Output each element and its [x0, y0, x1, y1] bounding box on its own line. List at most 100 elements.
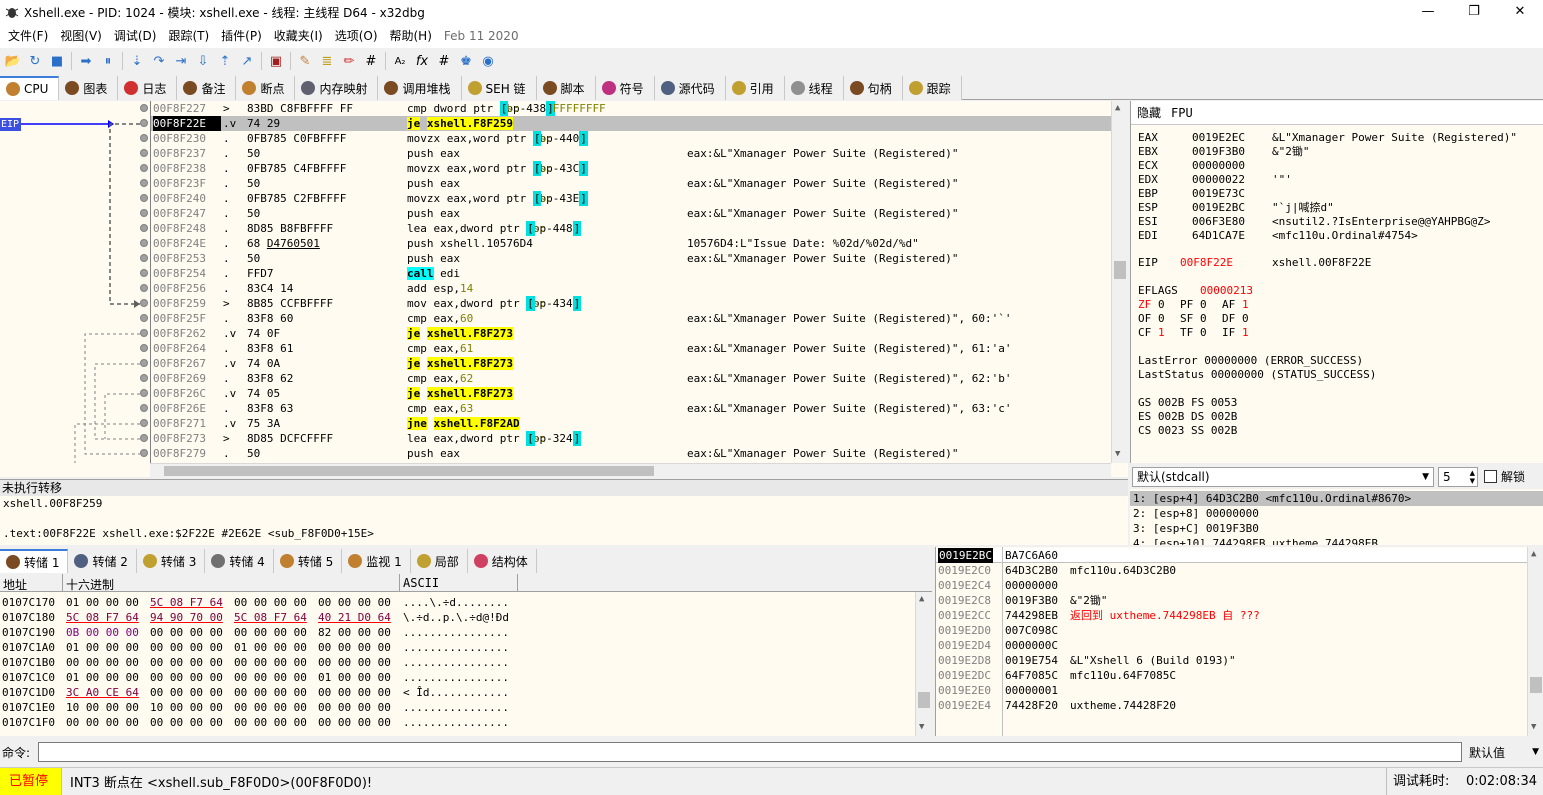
stack-arg-row[interactable]: 4: [esp+10] 744298EB uxtheme.744298EB: [1133, 536, 1378, 545]
breakpoint-dot-icon[interactable]: [140, 269, 148, 277]
tab-threads[interactable]: 线程: [784, 76, 844, 100]
disasm-row[interactable]: 00F8F259 >8B85 CCFBFFFF mov eax,dword ptr …: [151, 296, 1111, 311]
breakpoint-dot-icon[interactable]: [140, 119, 148, 127]
strings-icon[interactable]: A₂: [389, 50, 411, 72]
scroll-down-icon[interactable]: ▼: [1531, 722, 1536, 732]
breakpoint-dot-icon[interactable]: [140, 134, 148, 142]
bookmarks-icon[interactable]: #: [360, 50, 382, 72]
tab-call-stack[interactable]: 调用堆栈: [378, 76, 462, 100]
arg-count-spinner[interactable]: 5 ▲ ▼: [1438, 466, 1478, 487]
stack-arg-row[interactable]: 1: [esp+4] 64D3C2B0 <mfc110u.Ordinal#867…: [1130, 491, 1543, 506]
dump-view[interactable]: 地址 十六进制 ASCII 0107C170 01 00 00 00 5C 08 F…: [0, 574, 932, 736]
globe-icon[interactable]: ◉: [477, 50, 499, 72]
command-input[interactable]: [38, 742, 1462, 762]
run-icon[interactable]: ➡: [75, 50, 97, 72]
disassembly-scrollbar[interactable]: ▲ ▼: [1111, 101, 1128, 463]
breakpoint-dot-icon[interactable]: [140, 389, 148, 397]
fpu-toggle[interactable]: FPU: [1171, 106, 1193, 120]
tab-trace[interactable]: 跟踪: [902, 76, 962, 100]
col-hex[interactable]: 十六进制: [66, 576, 114, 593]
tab-dump-4[interactable]: 转储 4: [205, 549, 274, 573]
scroll-thumb[interactable]: [918, 692, 930, 708]
scroll-thumb[interactable]: [1114, 261, 1126, 279]
tab-notes[interactable]: 备注: [177, 76, 237, 100]
execute-till-return-icon[interactable]: ⇡: [214, 50, 236, 72]
breakpoint-dot-icon[interactable]: [140, 209, 148, 217]
disasm-row[interactable]: 00F8F247. 50 push eax eax:&L"Xmanager Power…: [151, 206, 1111, 221]
disasm-row[interactable]: 00F8F271 .v 75 3A jne xshell.F8F2AD: [151, 416, 1111, 431]
breakpoint-dot-icon[interactable]: [140, 359, 148, 367]
tab-dump-5[interactable]: 转储 5: [273, 549, 343, 573]
breakpoint-dot-icon[interactable]: [140, 149, 148, 157]
stack-row[interactable]: 0019E2E0 00000001: [936, 683, 1543, 698]
menu-file[interactable]: 文件(F): [2, 24, 54, 48]
tab-seh[interactable]: SEH 链: [461, 76, 537, 100]
settings-icon[interactable]: ♚: [455, 50, 477, 72]
disasm-row[interactable]: 00F8F254. FFD7 call edi: [151, 266, 1111, 281]
breakpoint-dot-icon[interactable]: [140, 419, 148, 427]
hscroll-thumb[interactable]: [164, 466, 654, 476]
breakpoint-dot-icon[interactable]: [140, 314, 148, 322]
disasm-row[interactable]: 00F8F25F. 83F8 60 cmp eax, 60 eax:&L"Xmanage…: [151, 311, 1111, 326]
stack-row[interactable]: 0019E2D0 007C098C: [936, 623, 1543, 638]
breakpoint-dot-icon[interactable]: [140, 239, 148, 247]
disasm-row[interactable]: 00F8F279. 50 push eax eax:&L"Xmanager Power…: [151, 446, 1111, 461]
pause-icon[interactable]: ⏸: [97, 50, 119, 72]
disasm-row[interactable]: 00F8F253. 50 push eax eax:&L"Xmanager Power…: [151, 251, 1111, 266]
scroll-up-icon[interactable]: ▲: [1531, 549, 1536, 559]
hash-icon[interactable]: #: [433, 50, 455, 72]
disassembly-view[interactable]: EIP 00F8F227 >83BD C8FBFFFF FF cmp dword p…: [0, 101, 1128, 477]
scroll-down-icon[interactable]: ▼: [1115, 449, 1120, 459]
unlock-checkbox[interactable]: 解锁: [1484, 468, 1525, 485]
tab-dump-3[interactable]: 转储 3: [136, 549, 206, 573]
tab-dump-2[interactable]: 转储 2: [68, 549, 137, 573]
breakpoint-dot-icon[interactable]: [140, 254, 148, 262]
trace-into-icon[interactable]: ⇥: [170, 50, 192, 72]
tab-handles[interactable]: 句柄: [843, 76, 903, 100]
tab-log[interactable]: 日志: [118, 76, 178, 100]
stack-view[interactable]: 0019E2BC BA7C6A60 0019E2C0 64D3C2B0 mfc110u.…: [935, 547, 1543, 736]
breakpoint-dot-icon[interactable]: [140, 299, 148, 307]
menu-plugins[interactable]: 插件(P): [215, 24, 268, 48]
col-ascii[interactable]: ASCII: [403, 576, 439, 590]
tab-memory-map[interactable]: 内存映射: [295, 76, 379, 100]
command-default-select[interactable]: 默认值 ▼: [1465, 741, 1543, 763]
disasm-row[interactable]: 00F8F227 >83BD C8FBFFFF FF cmp dword ptr s…: [151, 101, 1111, 116]
disasm-row[interactable]: 00F8F262 .v 74 0F je xshell.F8F273: [151, 326, 1111, 341]
menu-favourites[interactable]: 收藏夹(I): [268, 24, 329, 48]
stack-row[interactable]: 0019E2D8 0019E754 &L"Xshell 6 (Build 0193)…: [936, 653, 1543, 668]
labels-icon[interactable]: ✏: [338, 50, 360, 72]
menu-debug[interactable]: 调试(D): [108, 24, 163, 48]
menu-options[interactable]: 选项(O): [329, 24, 384, 48]
scroll-up-icon[interactable]: ▲: [919, 594, 924, 604]
stack-row[interactable]: 0019E2C8 0019F3B0 &"2锄": [936, 593, 1543, 608]
stack-arg-row[interactable]: 3: [esp+C] 0019F3B0: [1133, 521, 1259, 536]
scroll-up-icon[interactable]: ▲: [1115, 103, 1120, 113]
breakpoint-dot-icon[interactable]: [140, 164, 148, 172]
patch-icon[interactable]: ✎: [294, 50, 316, 72]
breakpoint-dot-icon[interactable]: [140, 374, 148, 382]
dump-scrollbar[interactable]: ▲ ▼: [915, 592, 932, 736]
stack-row[interactable]: 0019E2E4 74428F20 uxtheme.74428F20: [936, 698, 1543, 713]
tab-graph[interactable]: 图表: [59, 76, 119, 100]
disasm-row[interactable]: 00F8F273 >8D85 DCFCFFFF lea eax,dword ptr …: [151, 431, 1111, 446]
tab-references[interactable]: 引用: [725, 76, 785, 100]
functions-icon[interactable]: fx: [411, 50, 433, 72]
disasm-row[interactable]: 00F8F230. 0FB785 C0FBFFFF movzx eax,word p…: [151, 131, 1111, 146]
hide-fpu-toggle[interactable]: 隐藏: [1137, 104, 1161, 121]
stack-row[interactable]: 0019E2C0 64D3C2B0 mfc110u.64D3C2B0: [936, 563, 1543, 578]
scroll-thumb[interactable]: [1530, 677, 1542, 693]
close-button[interactable]: ✕: [1497, 0, 1543, 24]
stack-row[interactable]: 0019E2DC 64F7085C mfc110u.64F7085C: [936, 668, 1543, 683]
tab-breakpoints[interactable]: 断点: [236, 76, 296, 100]
open-icon[interactable]: 📂: [2, 50, 24, 72]
disasm-row[interactable]: 00F8F269. 83F8 62 cmp eax, 62 eax:&L"Xmanage…: [151, 371, 1111, 386]
step-over-icon[interactable]: ↷: [148, 50, 170, 72]
stack-arg-row[interactable]: 2: [esp+8] 00000000: [1133, 506, 1259, 521]
tab-script[interactable]: 脚本: [536, 76, 596, 100]
tab-dump-1[interactable]: 转储 1: [0, 549, 69, 573]
stack-row[interactable]: 0019E2C4 00000000: [936, 578, 1543, 593]
disasm-row[interactable]: 00F8F24E. 68 D4760501 push xshell.10576D4 1…: [151, 236, 1111, 251]
maximize-button[interactable]: ❐: [1451, 0, 1497, 24]
checkbox-box[interactable]: [1484, 470, 1497, 483]
